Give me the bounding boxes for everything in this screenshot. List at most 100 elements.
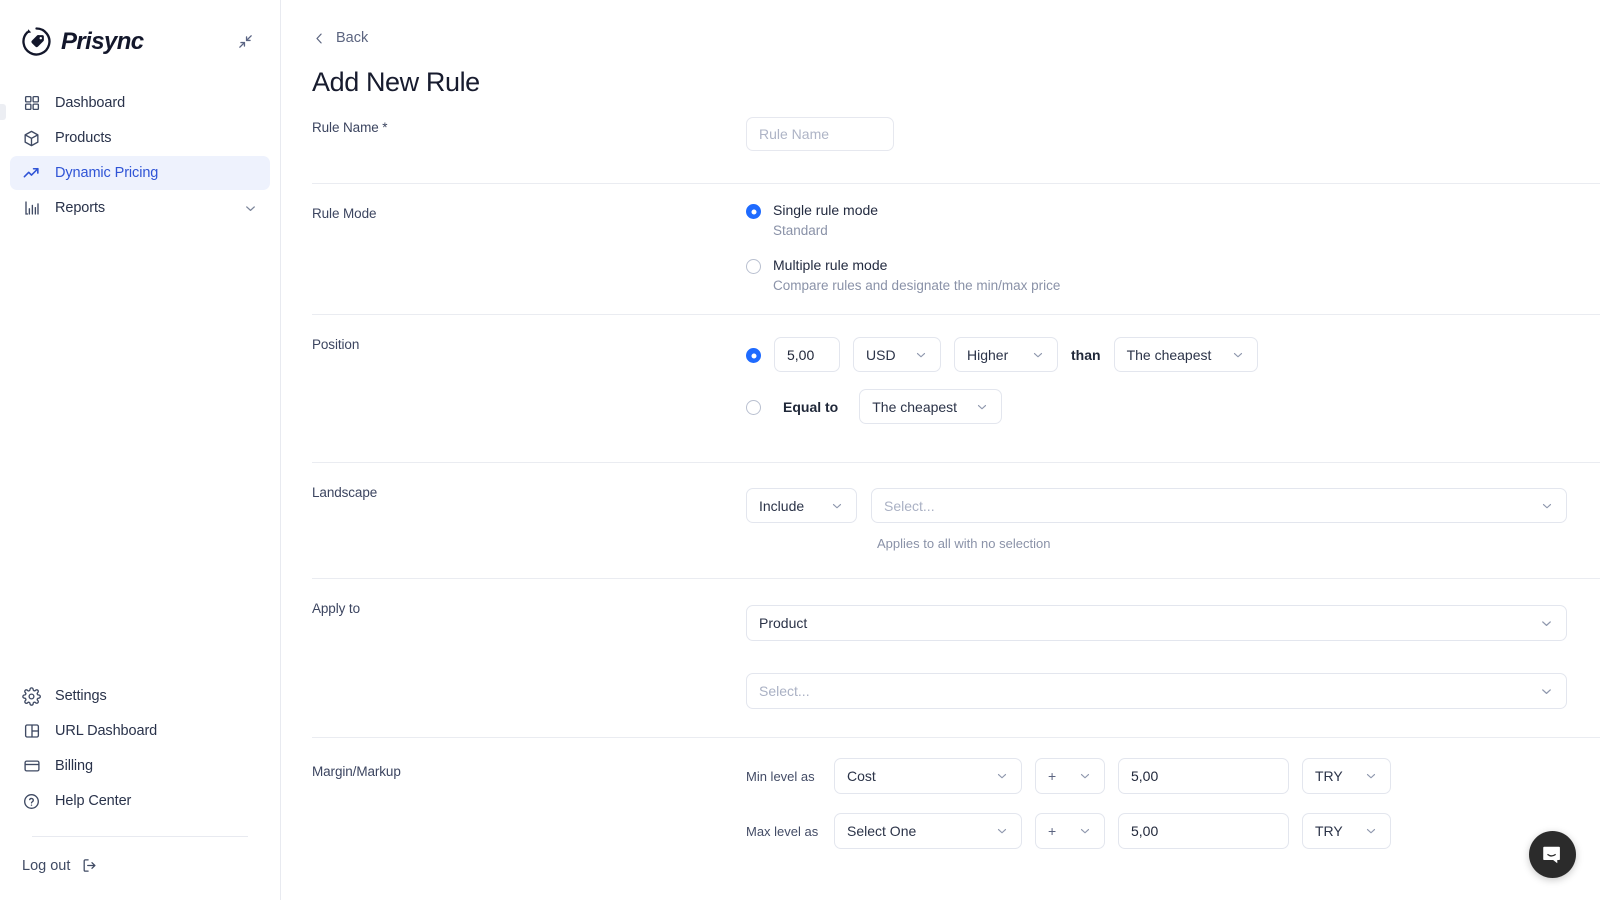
sidebar-item-billing[interactable]: Billing [10,749,270,783]
chevron-down-icon[interactable] [243,201,258,216]
sidebar-item-label: Products [55,130,111,146]
position-comparator-select[interactable]: Higher [954,337,1058,372]
radio-position-equal[interactable] [746,400,761,415]
sidebar: Prisync Dashboard [0,0,281,900]
layout-panel-icon [22,722,41,741]
intercom-chat-icon [1540,842,1565,867]
add-rule-form: Rule Name * Rule Name Rule Mode Single [281,98,1600,869]
margin-markup-row-min: Min level as Cost + [746,758,1567,794]
brand[interactable]: Prisync [21,26,144,57]
chevron-down-icon [914,348,928,362]
form-row-rule-name: Rule Name * Rule Name [312,98,1600,184]
sidebar-edge-handle[interactable] [0,104,6,120]
position-equal-target-select[interactable]: The cheapest [859,389,1002,424]
chevron-down-icon [1539,684,1554,699]
chevron-down-icon [1078,824,1092,838]
form-row-rule-mode: Rule Mode Single rule mode Standard [312,184,1600,315]
radio-multiple-rule-mode[interactable] [746,259,761,274]
margin-markup-label: Margin/Markup [312,738,746,779]
rule-mode-option-single[interactable]: Single rule mode Standard [746,202,1567,239]
sidebar-item-label: Help Center [55,793,131,809]
position-target-select[interactable]: The cheapest [1114,337,1258,372]
trending-up-icon [22,164,41,183]
position-amount-input[interactable]: 5,00 [774,337,840,372]
position-than-label: than [1071,347,1101,363]
radio-multiple-title: Multiple rule mode [773,257,1060,273]
landscape-label: Landscape [312,463,746,500]
chevron-down-icon [995,769,1009,783]
logout-button[interactable]: Log out [0,837,280,900]
position-currency-select[interactable]: USD [853,337,941,372]
position-comparator-value: Higher [967,347,1008,363]
chevron-down-icon [1078,769,1092,783]
rule-name-placeholder: Rule Name [759,126,829,142]
intercom-chat-button[interactable] [1529,831,1576,878]
min-currency-select[interactable]: TRY [1302,758,1391,794]
app-root: Prisync Dashboard [0,0,1600,900]
position-equal-target-value: The cheapest [872,399,957,415]
chevron-left-icon [312,31,327,46]
radio-single-rule-mode[interactable] [746,204,761,219]
rule-mode-option-multiple[interactable]: Multiple rule mode Compare rules and des… [746,257,1567,294]
chevron-down-icon [975,400,989,414]
min-level-select[interactable]: Cost [834,758,1022,794]
max-level-select[interactable]: Select One [834,813,1022,849]
position-option-one: 5,00 USD Higher [746,337,1567,372]
max-operator-value: + [1048,823,1056,839]
max-level-value: Select One [847,823,916,839]
chevron-down-icon [1540,499,1554,513]
rule-name-label: Rule Name * [312,98,746,135]
position-currency-value: USD [866,347,896,363]
min-amount-value: 5,00 [1131,768,1158,784]
sidebar-item-label: Billing [55,758,93,774]
sidebar-item-help-center[interactable]: Help Center [10,784,270,818]
position-label: Position [312,315,746,352]
min-operator-value: + [1048,768,1056,784]
credit-card-icon [22,757,41,776]
landscape-items-select[interactable]: Select... [871,488,1567,523]
rule-name-input[interactable]: Rule Name [746,117,894,151]
form-row-landscape: Landscape Include Select... [312,463,1600,579]
min-operator-select[interactable]: + [1035,758,1105,794]
min-amount-input[interactable]: 5,00 [1118,758,1289,794]
max-currency-value: TRY [1315,823,1343,839]
sidebar-item-dashboard[interactable]: Dashboard [10,86,270,120]
chevron-down-icon [1364,824,1378,838]
chevron-down-icon [995,824,1009,838]
max-amount-input[interactable]: 5,00 [1118,813,1289,849]
position-option-two: Equal to The cheapest [746,389,1567,424]
apply-to-type-select[interactable]: Product [746,605,1567,641]
back-label: Back [336,30,368,46]
logout-label: Log out [22,858,70,874]
min-currency-value: TRY [1315,768,1343,784]
collapse-arrows-icon[interactable] [232,29,258,55]
apply-to-items-select[interactable]: Select... [746,673,1567,709]
form-row-margin-markup: Margin/Markup Min level as Cost + [312,738,1600,869]
logout-icon [81,857,98,874]
apply-to-label: Apply to [312,579,746,616]
back-button[interactable]: Back [281,0,368,46]
sidebar-item-reports[interactable]: Reports [10,191,270,225]
radio-multiple-subtitle: Compare rules and designate the min/max … [773,278,1060,294]
sidebar-item-dynamic-pricing[interactable]: Dynamic Pricing [10,156,270,190]
radio-position-offset[interactable] [746,348,761,363]
landscape-mode-value: Include [759,498,804,514]
sidebar-item-label: Dashboard [55,95,125,111]
landscape-mode-select[interactable]: Include [746,488,857,523]
sidebar-item-products[interactable]: Products [10,121,270,155]
chevron-down-icon [830,499,844,513]
sidebar-nav-primary: Dashboard Products Dynamic Pricing [0,86,280,226]
sidebar-item-settings[interactable]: Settings [10,679,270,713]
max-currency-select[interactable]: TRY [1302,813,1391,849]
sidebar-item-label: Dynamic Pricing [55,165,158,181]
gear-icon [22,687,41,706]
form-row-position: Position 5,00 USD [312,315,1600,463]
position-amount-value: 5,00 [787,347,814,363]
radio-single-title: Single rule mode [773,202,878,218]
chevron-down-icon [1364,769,1378,783]
landscape-helper-text: Applies to all with no selection [746,536,1567,551]
prisync-tag-logo-icon [21,26,52,57]
max-amount-value: 5,00 [1131,823,1158,839]
sidebar-item-url-dashboard[interactable]: URL Dashboard [10,714,270,748]
max-operator-select[interactable]: + [1035,813,1105,849]
